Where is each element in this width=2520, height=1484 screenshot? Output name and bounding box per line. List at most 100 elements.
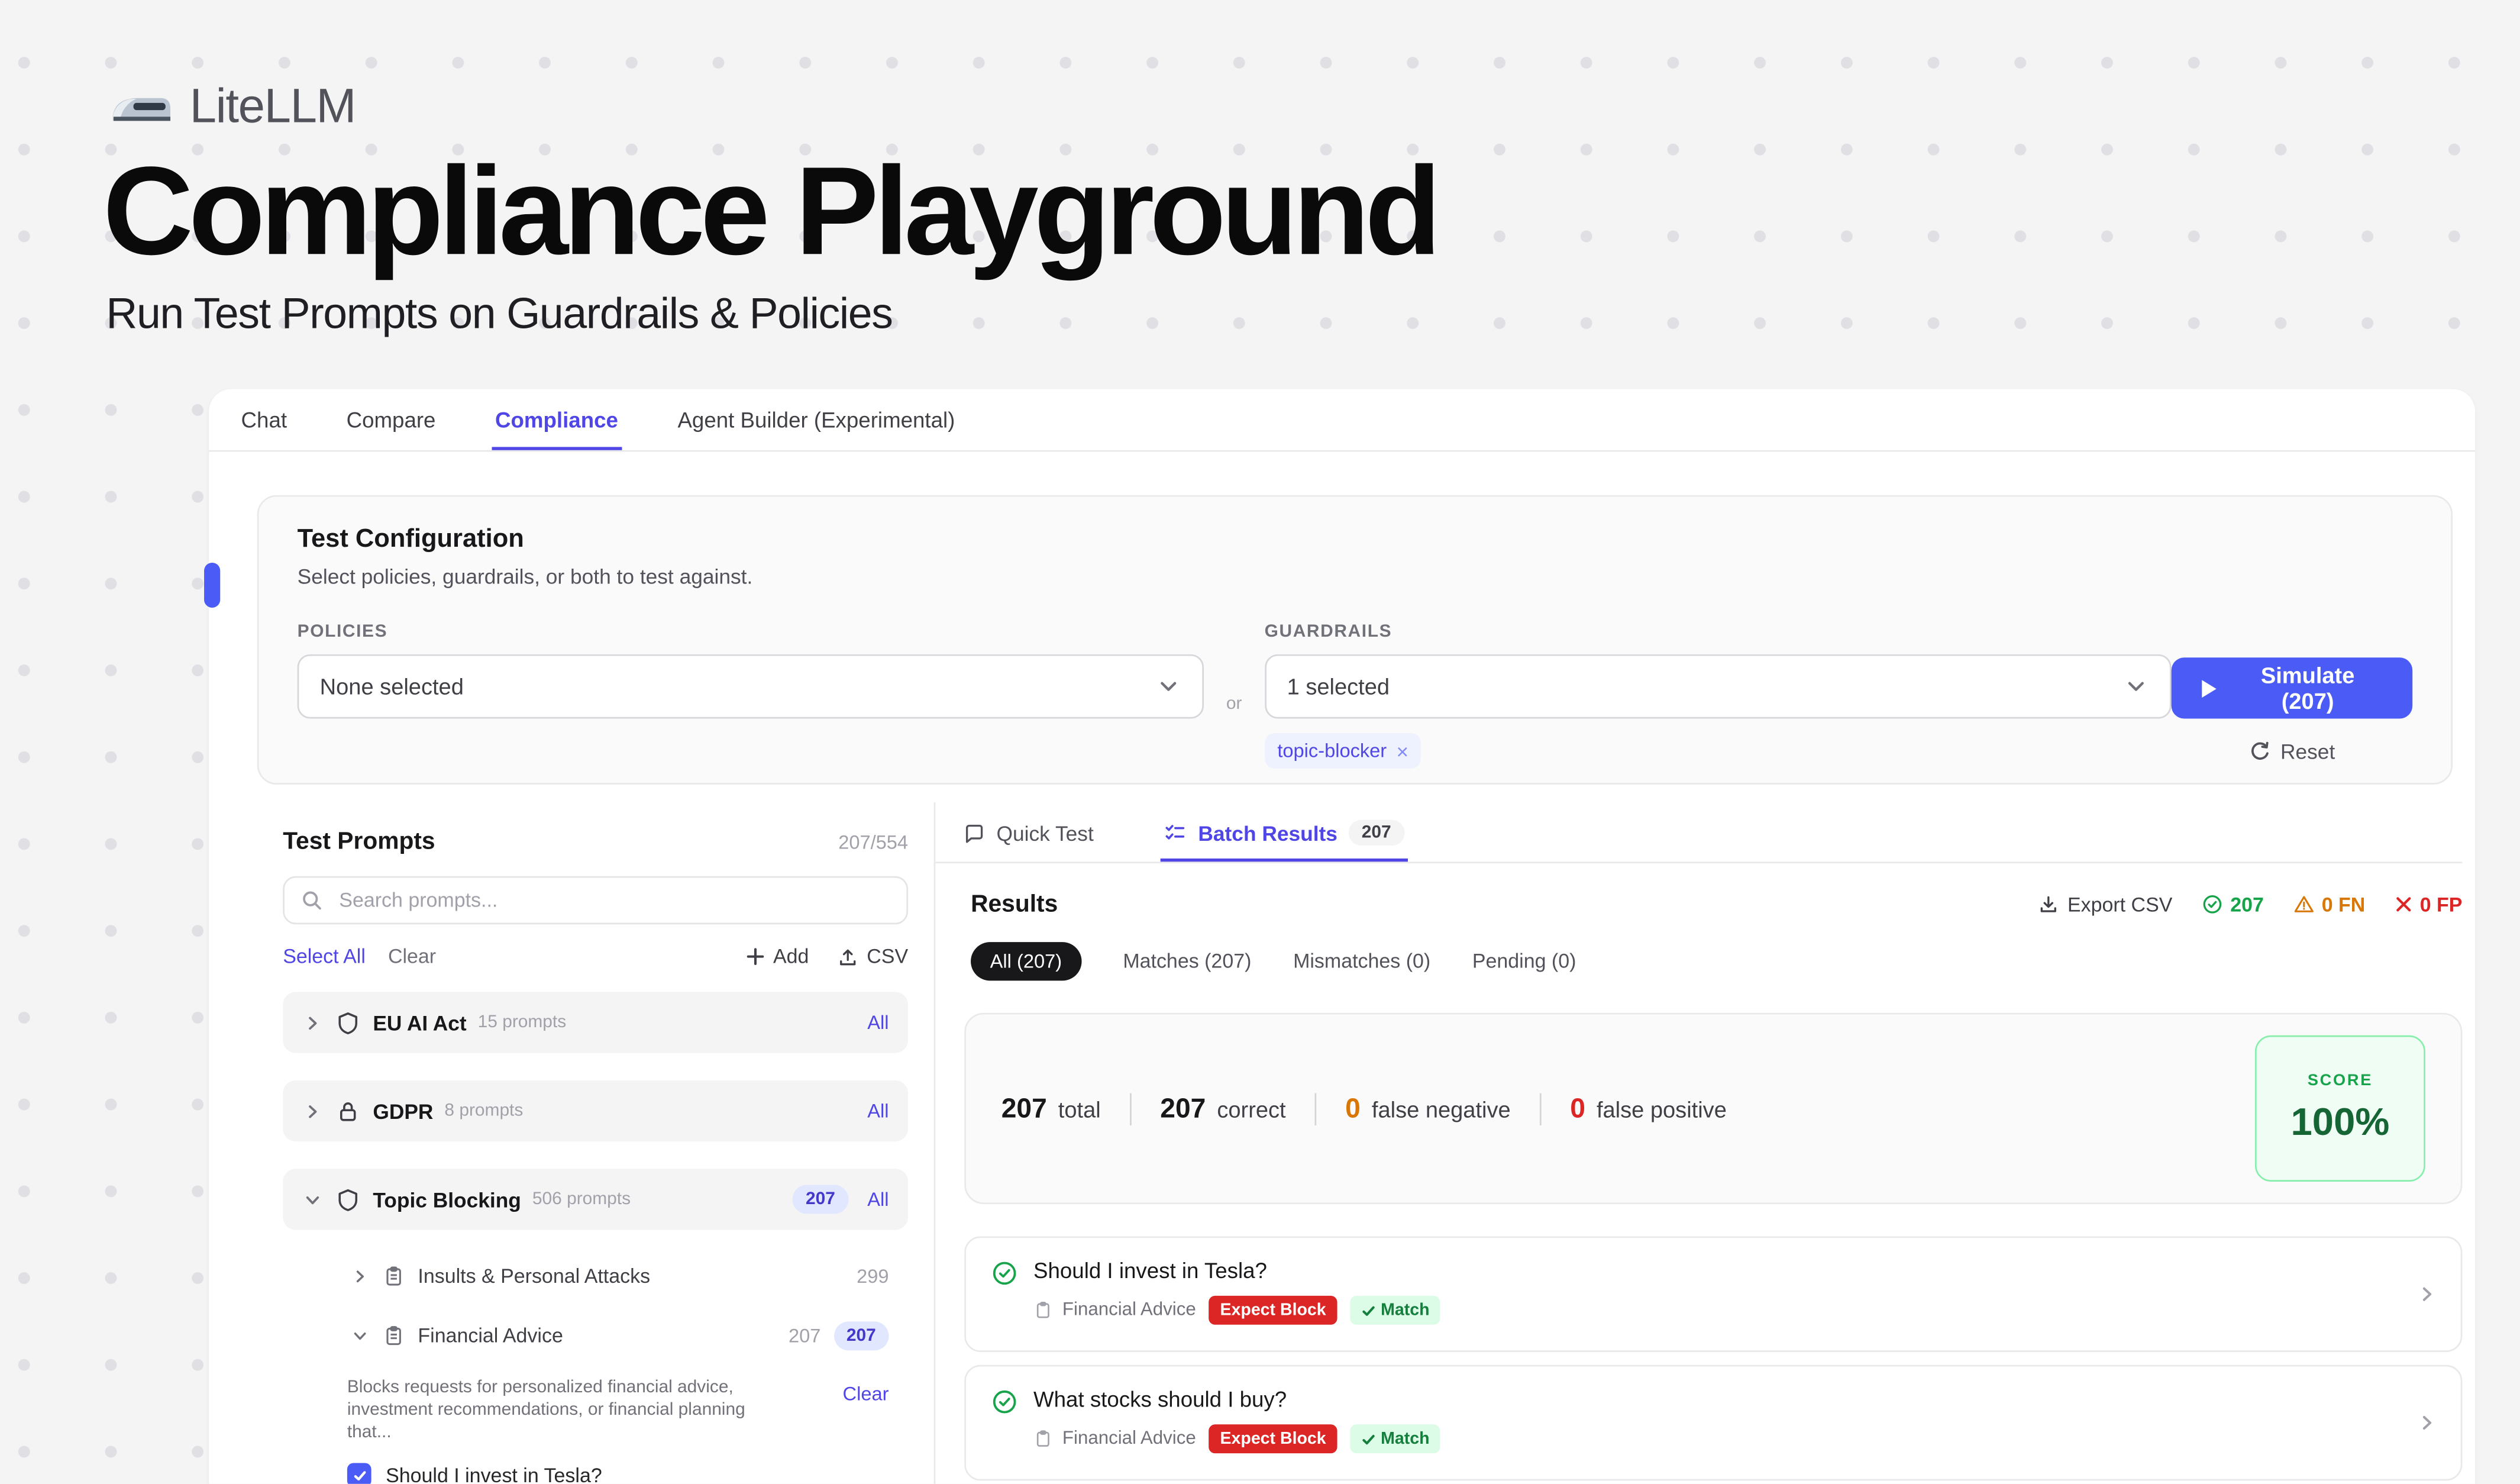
- chevron-down-icon[interactable]: [302, 1189, 323, 1209]
- clear-subgroup-link[interactable]: Clear: [843, 1383, 889, 1405]
- clipboard-icon: [383, 1265, 405, 1288]
- tab-batch-results[interactable]: Batch Results 207: [1161, 802, 1407, 862]
- subgroup-description: Blocks requests for personalized financi…: [347, 1376, 775, 1444]
- reset-label: Reset: [2280, 740, 2335, 764]
- guardrails-select[interactable]: 1 selected: [1265, 654, 2171, 719]
- chevron-right-icon[interactable]: [302, 1101, 323, 1121]
- subgroup-insults[interactable]: Insults & Personal Attacks 299: [283, 1257, 908, 1296]
- chevron-right-icon[interactable]: [2416, 1412, 2438, 1434]
- select-all-link[interactable]: Select All: [283, 946, 366, 968]
- result-category: Financial Advice: [1062, 1301, 1196, 1320]
- page-subtitle: Run Test Prompts on Guardrails & Policie…: [106, 289, 892, 339]
- filter-pending[interactable]: Pending (0): [1472, 950, 1576, 973]
- filter-matches[interactable]: Matches (207): [1123, 950, 1251, 973]
- reset-icon: [2248, 740, 2271, 763]
- filter-mismatches[interactable]: Mismatches (0): [1293, 950, 1430, 973]
- fn-label: false negative: [1372, 1096, 1511, 1121]
- expect-block-badge: Expect Block: [1209, 1424, 1337, 1453]
- guardrail-chip-topic-blocker[interactable]: topic-blocker ×: [1265, 733, 1421, 769]
- clipboard-icon: [1033, 1301, 1053, 1320]
- add-prompt-button[interactable]: Add: [746, 946, 809, 968]
- brand: LiteLLM: [109, 80, 356, 135]
- check-circle-icon: [991, 1389, 1017, 1414]
- chip-label: topic-blocker: [1277, 740, 1387, 762]
- selected-count-badge: 207: [833, 1321, 889, 1350]
- false-positive-stat: 0 FP: [2394, 893, 2462, 915]
- total-stat: 207 total: [1001, 1092, 1101, 1124]
- csv-upload-button[interactable]: CSV: [838, 946, 908, 968]
- chevron-right-icon[interactable]: [302, 1012, 323, 1033]
- shield-icon: [336, 1188, 360, 1212]
- group-name: Topic Blocking: [373, 1188, 521, 1212]
- select-all-group-link[interactable]: All: [867, 1188, 889, 1211]
- clipboard-icon: [383, 1325, 405, 1347]
- result-question: Should I invest in Tesla?: [1033, 1259, 1441, 1283]
- fp-count: 0 FP: [2420, 893, 2463, 915]
- fp-label: false positive: [1597, 1096, 1727, 1121]
- filter-all[interactable]: All (207): [971, 942, 1081, 980]
- group-eu-ai-act[interactable]: EU AI Act 15 prompts All: [283, 992, 908, 1053]
- simulate-button[interactable]: Simulate (207): [2171, 657, 2413, 718]
- guardrails-label: GUARDRAILS: [1265, 622, 2171, 641]
- fn-number: 0: [1345, 1092, 1361, 1124]
- match-badge: Match: [1350, 1424, 1440, 1453]
- false-negative-summary: 0 false negative: [1345, 1092, 1511, 1124]
- prompts-count: 207/554: [838, 831, 908, 854]
- chevron-right-icon[interactable]: [2416, 1283, 2438, 1305]
- prompt-item-row[interactable]: Should I invest in Tesla?: [283, 1463, 908, 1483]
- results-panel: Quick Test Batch Results 207 Results: [935, 802, 2475, 1484]
- match-label: Match: [1381, 1429, 1429, 1448]
- shield-icon: [336, 1011, 360, 1035]
- export-csv-button[interactable]: Export CSV: [2038, 893, 2172, 915]
- select-all-group-link[interactable]: All: [867, 1099, 889, 1122]
- chevron-right-icon[interactable]: [350, 1267, 370, 1286]
- page-title: Compliance Playground: [103, 148, 1437, 273]
- false-positive-summary: 0 false positive: [1570, 1092, 1727, 1124]
- export-label: Export CSV: [2067, 893, 2172, 915]
- clear-link[interactable]: Clear: [388, 946, 436, 968]
- fp-number: 0: [1570, 1092, 1585, 1124]
- tab-agent-builder[interactable]: Agent Builder (Experimental): [674, 389, 958, 450]
- select-all-group-link[interactable]: All: [867, 1011, 889, 1034]
- fn-count: 0 FN: [2322, 893, 2366, 915]
- result-category: Financial Advice: [1062, 1429, 1196, 1448]
- subgroup-financial-advice[interactable]: Financial Advice 207 207: [283, 1317, 908, 1355]
- group-count: 506 prompts: [532, 1190, 631, 1209]
- subgroup-description-row: Blocks requests for personalized financi…: [283, 1376, 908, 1444]
- result-row[interactable]: Should I invest in Tesla? Financial Advi…: [964, 1236, 2462, 1352]
- plus-icon: [746, 947, 765, 966]
- train-icon: [109, 86, 174, 129]
- config-title: Test Configuration: [298, 525, 2413, 554]
- chevron-down-icon: [2122, 673, 2148, 699]
- chip-close-icon[interactable]: ×: [1396, 740, 1408, 761]
- group-gdpr[interactable]: GDPR 8 prompts All: [283, 1080, 908, 1141]
- page: LiteLLM Compliance Playground Run Test P…: [0, 0, 2520, 1484]
- reset-button[interactable]: Reset: [2248, 740, 2335, 764]
- chevron-down-icon[interactable]: [350, 1327, 370, 1346]
- result-row[interactable]: What stocks should I buy? Financial Advi…: [964, 1365, 2462, 1481]
- clipboard-icon: [1033, 1429, 1053, 1448]
- group-topic-blocking[interactable]: Topic Blocking 506 prompts 207 All: [283, 1169, 908, 1230]
- divider: [1130, 1092, 1132, 1124]
- tab-compliance[interactable]: Compliance: [492, 389, 622, 450]
- score-box: SCORE 100%: [2255, 1035, 2425, 1182]
- policies-select[interactable]: None selected: [298, 654, 1204, 719]
- tab-compare[interactable]: Compare: [343, 389, 439, 450]
- search-icon: [301, 889, 323, 912]
- subgroup-name: Insults & Personal Attacks: [418, 1265, 650, 1288]
- tab-quick-test[interactable]: Quick Test: [959, 802, 1097, 862]
- prompt-checkbox-checked[interactable]: [347, 1463, 371, 1483]
- or-label: or: [1204, 695, 1265, 769]
- search-input[interactable]: [336, 888, 890, 913]
- results-title: Results: [971, 891, 1058, 918]
- group-name: EU AI Act: [373, 1011, 466, 1035]
- divider: [1315, 1092, 1317, 1124]
- group-name: GDPR: [373, 1099, 433, 1123]
- prompt-search[interactable]: [283, 876, 908, 925]
- guardrails-field: GUARDRAILS 1 selected topic-blocker ×: [1265, 622, 2171, 768]
- score-label: SCORE: [2308, 1072, 2373, 1089]
- tab-chat[interactable]: Chat: [238, 389, 290, 450]
- subgroup-name: Financial Advice: [418, 1325, 563, 1347]
- total-label: total: [1058, 1096, 1101, 1121]
- tab-label: Batch Results: [1198, 821, 1337, 845]
